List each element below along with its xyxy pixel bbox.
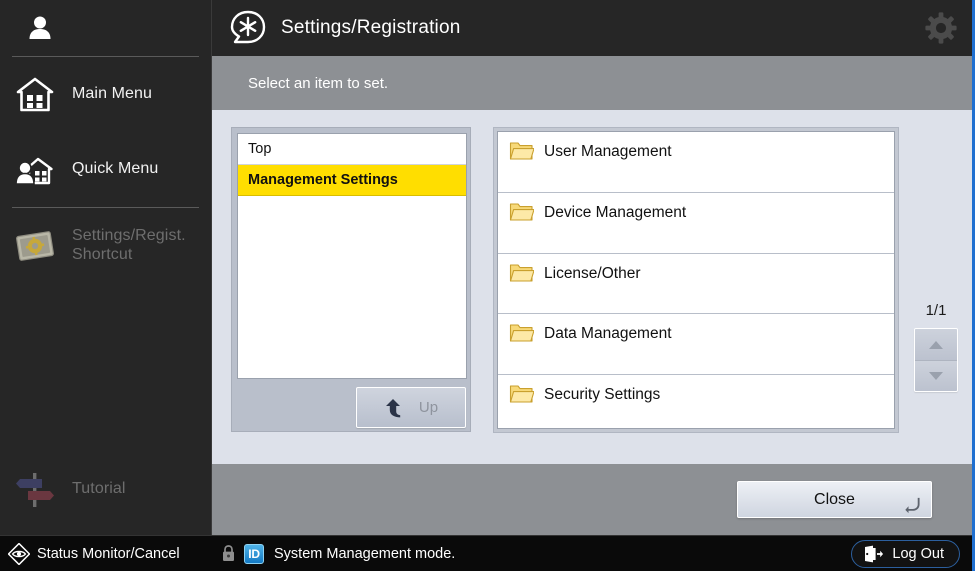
pager: 1/1 bbox=[910, 302, 962, 392]
gear-icon[interactable] bbox=[924, 11, 958, 45]
folder-icon bbox=[509, 201, 534, 223]
quick-menu-icon bbox=[12, 147, 58, 193]
logout-button-label: Log Out bbox=[892, 546, 944, 562]
sidebar-item-label: Main Menu bbox=[72, 85, 153, 103]
folder-icon bbox=[509, 322, 534, 344]
exit-door-icon bbox=[863, 545, 884, 563]
sidebar-item-settings-shortcut[interactable]: Settings/Regist. Shortcut bbox=[0, 208, 211, 283]
breadcrumb-panel: Top Management Settings Up bbox=[231, 127, 471, 432]
page-down-button[interactable] bbox=[915, 360, 957, 391]
asterisk-badge-icon bbox=[228, 9, 268, 47]
folder-list: User Management Device Management Licens… bbox=[497, 131, 895, 429]
breadcrumb-list: Top Management Settings bbox=[237, 133, 467, 379]
sidebar-item-label: Quick Menu bbox=[72, 160, 159, 178]
page-indicator: 1/1 bbox=[925, 302, 947, 319]
triangle-up-icon bbox=[927, 339, 945, 351]
sidebar-item-label: Settings/Regist. Shortcut bbox=[72, 227, 186, 263]
title-bar: Settings/Registration bbox=[212, 0, 972, 56]
folder-item-license-other[interactable]: License/Other bbox=[498, 253, 894, 315]
folder-item-device-management[interactable]: Device Management bbox=[498, 192, 894, 254]
pager-buttons bbox=[914, 328, 958, 392]
instruction-text: Select an item to set. bbox=[248, 74, 389, 92]
folder-item-user-management[interactable]: User Management bbox=[498, 132, 894, 193]
arrow-up-left-icon bbox=[384, 397, 406, 419]
action-bar: Close bbox=[212, 464, 972, 535]
return-arrow-icon bbox=[903, 497, 923, 515]
close-button-label: Close bbox=[814, 490, 855, 508]
id-badge: ID bbox=[244, 543, 264, 564]
folder-item-label: Data Management bbox=[544, 325, 672, 343]
sidebar-item-tutorial[interactable]: Tutorial bbox=[0, 452, 212, 527]
status-monitor-cancel-button[interactable]: Status Monitor/Cancel bbox=[0, 535, 212, 571]
system-status-bar: ID System Management mode. Log Out bbox=[212, 535, 972, 571]
sidebar-item-quick-menu[interactable]: Quick Menu bbox=[0, 132, 211, 207]
lock-icon bbox=[221, 544, 236, 563]
folder-item-security-settings[interactable]: Security Settings bbox=[498, 375, 894, 428]
folder-item-label: Device Management bbox=[544, 203, 687, 221]
up-button-label: Up bbox=[418, 399, 439, 416]
settings-shortcut-icon bbox=[12, 223, 58, 269]
home-icon bbox=[12, 72, 58, 118]
sidebar-user-account[interactable] bbox=[0, 0, 211, 56]
folder-item-data-management[interactable]: Data Management bbox=[498, 314, 894, 376]
triangle-down-icon bbox=[927, 370, 945, 382]
page-title: Settings/Registration bbox=[281, 17, 461, 38]
user-icon bbox=[17, 5, 63, 51]
signpost-icon bbox=[12, 467, 58, 513]
page-up-button[interactable] bbox=[915, 329, 957, 360]
folder-item-label: License/Other bbox=[544, 264, 641, 282]
main-pane: Settings/Registration Select an item to … bbox=[212, 0, 972, 571]
status-message: System Management mode. bbox=[274, 545, 456, 562]
breadcrumb-item-label: Top bbox=[248, 141, 272, 157]
instruction-bar: Select an item to set. bbox=[212, 56, 972, 110]
folder-icon bbox=[509, 140, 534, 162]
logout-button[interactable]: Log Out bbox=[851, 540, 960, 568]
sidebar-item-main-menu[interactable]: Main Menu bbox=[0, 57, 211, 132]
close-button[interactable]: Close bbox=[737, 481, 932, 518]
folder-item-label: User Management bbox=[544, 143, 672, 160]
status-monitor-label: Status Monitor/Cancel bbox=[37, 545, 180, 562]
sidebar: Main Menu Quick Menu Settings/Regist. Sh… bbox=[0, 0, 212, 571]
breadcrumb-item-management-settings[interactable]: Management Settings bbox=[238, 165, 466, 196]
folder-panel: User Management Device Management Licens… bbox=[493, 127, 899, 433]
up-button[interactable]: Up bbox=[356, 387, 466, 428]
folder-icon bbox=[509, 383, 534, 405]
folder-item-label: Security Settings bbox=[544, 386, 661, 404]
sidebar-item-label: Tutorial bbox=[72, 480, 126, 498]
folder-icon bbox=[509, 262, 534, 284]
breadcrumb-item-top[interactable]: Top bbox=[238, 134, 466, 165]
breadcrumb-item-label: Management Settings bbox=[248, 172, 398, 188]
content-area: Top Management Settings Up User Manageme… bbox=[212, 110, 972, 464]
eye-diamond-icon bbox=[8, 542, 30, 565]
device-screen: Main Menu Quick Menu Settings/Regist. Sh… bbox=[0, 0, 975, 571]
